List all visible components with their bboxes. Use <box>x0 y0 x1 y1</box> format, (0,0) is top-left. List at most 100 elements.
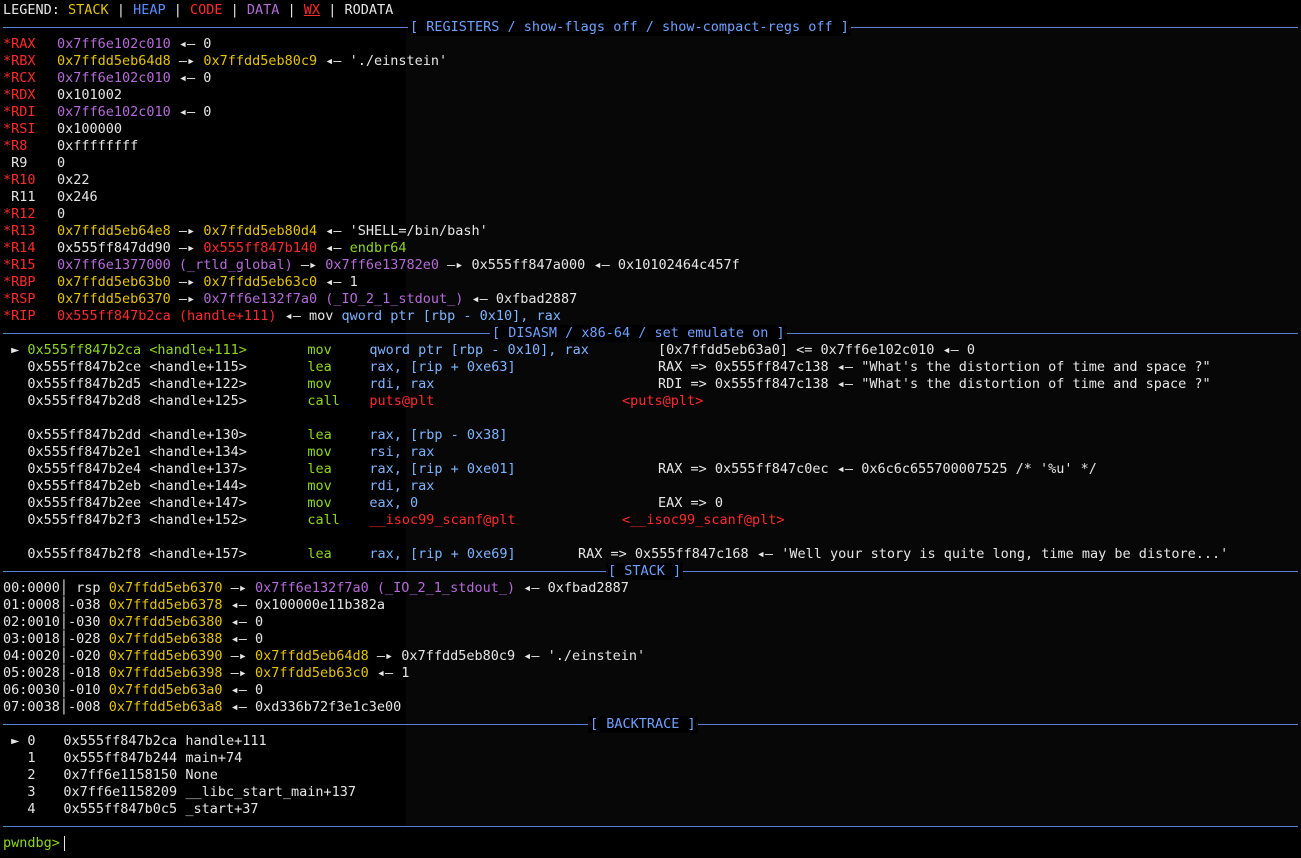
stack-index: 00:0000 <box>3 580 60 596</box>
stack-row: 02:0010│-030 0x7ffdd5eb6380 ◂— 0 <box>3 614 263 631</box>
stack-row: 06:0030│-010 0x7ffdd5eb63a0 ◂— 0 <box>3 682 263 699</box>
stack-offset: rsp <box>68 580 109 596</box>
register-name: *RDX <box>3 87 36 103</box>
frame-number: 0 <box>27 733 36 749</box>
register-row: *R8 0xffffffff <box>3 138 138 155</box>
instruction-address: 0x555ff847b2ee <handle+147> <box>27 495 247 511</box>
text-cursor[interactable] <box>63 835 65 851</box>
register-name: *RCX <box>3 70 36 86</box>
register-deref: 0x7ffdd5eb63c0 <box>203 274 318 290</box>
legend-divider <box>60 2 68 18</box>
register-value: 0x555ff847dd90 <box>57 240 171 256</box>
register-rest: —▸ 0x555ff847a000 ◂— 0x10102464c457f <box>439 257 740 273</box>
legend-item-heap: HEAP <box>133 2 166 18</box>
instruction-operands: rdi, rax <box>369 376 435 392</box>
frame-number: 1 <box>27 750 36 766</box>
disasm-row: 0x555ff847b2eb <handle+144> mov rdi, rax <box>3 478 434 495</box>
stack-row: 01:0008│-038 0x7ffdd5eb6378 ◂— 0x100000e… <box>3 597 385 614</box>
register-value: 0 <box>57 155 66 171</box>
backtrace-row: 3 0x7ff6e1158209 __libc_start_main+137 <box>3 784 356 801</box>
frame-symbol: main+74 <box>185 750 243 766</box>
frame-symbol: __libc_start_main+137 <box>185 784 357 800</box>
frame-number: 3 <box>27 784 36 800</box>
pointer-arrow: —▸ <box>170 240 204 256</box>
register-name: *RSI <box>3 121 36 137</box>
register-value: 0xffffffff <box>57 138 139 154</box>
stack-offset: -018 <box>68 665 109 681</box>
register-row: *RIP 0x555ff847b2ca (handle+111) ◂— mov q… <box>3 308 561 325</box>
instruction-address: 0x555ff847b2d8 <handle+125> <box>27 393 247 409</box>
registers-header: [ REGISTERS / show-flags off / show-comp… <box>3 19 1298 36</box>
stack-offset: -038 <box>68 597 109 613</box>
legend-line: LEGEND: STACK | HEAP | CODE | DATA | WX … <box>3 2 393 19</box>
pointer-arrow: —▸ <box>170 53 204 69</box>
register-row: *RBX 0x7ffdd5eb64d8 —▸ 0x7ffdd5eb80c9 ◂— … <box>3 53 447 70</box>
prompt-line[interactable]: pwndbg> <box>3 835 65 852</box>
marker-space <box>3 750 27 766</box>
pointer-arrow: —▸ <box>222 665 255 681</box>
pointer-arrow: —▸ <box>170 274 204 290</box>
instruction-address: 0x555ff847b2f3 <handle+152> <box>27 512 247 528</box>
register-deref: 0x7ffdd5eb80c9 <box>203 53 318 69</box>
instruction-operands: rax, [rip + 0xe63] <box>369 359 516 375</box>
bottom-rule <box>3 818 1298 835</box>
register-deref: 0x7ff6e13782e0 <box>325 257 440 273</box>
disasm-row: 0x555ff847b2d5 <handle+122> mov rdi, rax RD… <box>3 376 1210 393</box>
stack-divider: │ <box>59 682 69 698</box>
register-name: *RDI <box>3 104 36 120</box>
instruction-address: 0x555ff847b2ce <handle+115> <box>27 359 247 375</box>
register-rest: ◂— 0 <box>170 104 212 120</box>
register-name: *RBX <box>3 53 36 69</box>
marker-space <box>3 376 27 392</box>
register-row: *R10 0x22 <box>3 172 90 189</box>
stack-index: 01:0008 <box>3 597 60 613</box>
instruction-comment: RAX => 0x555ff847c0ec ◂— 0x6c6c655700007… <box>658 461 1097 477</box>
instruction-operands: rax, [rip + 0xe69] <box>369 546 516 562</box>
frame-symbol: None <box>185 767 218 783</box>
stack-address: 0x7ffdd5eb6388 <box>108 631 223 647</box>
pointer-arrow: —▸ <box>170 291 204 307</box>
pointer-arrow: —▸ <box>222 580 255 596</box>
stack-index: 05:0028 <box>3 665 60 681</box>
instruction-opcode: mov <box>307 495 332 511</box>
instruction-operands: rsi, rax <box>369 444 435 460</box>
register-value: 0x100000 <box>57 121 123 137</box>
register-value: 0x555ff847b2ca (handle+111) <box>57 308 277 324</box>
instruction-opcode: lea <box>307 461 332 477</box>
register-value: 0x7ff6e1377000 (_rtld_global) <box>57 257 293 273</box>
disasm-header: [ DISASM / x86-64 / set emulate on ] <box>3 325 1298 342</box>
register-value: 0x7ffdd5eb64e8 <box>57 223 171 239</box>
section-title: [ STACK ] <box>606 563 684 580</box>
legend-divider: | <box>165 2 190 18</box>
stack-address: 0x7ffdd5eb6380 <box>108 614 223 630</box>
register-name: *RIP <box>3 308 36 324</box>
stack-header: [ STACK ] <box>3 563 1298 580</box>
register-rest: ◂— <box>317 240 350 256</box>
disasm-row: 0x555ff847b2f8 <handle+157> lea rax, [rip … <box>3 546 1228 563</box>
instruction-operands: puts@plt <box>369 393 435 409</box>
register-name: *R12 <box>3 206 36 222</box>
register-deref: 0x7ffdd5eb80d4 <box>203 223 318 239</box>
stack-row: 07:0038│-008 0x7ffdd5eb63a8 ◂— 0xd336b72… <box>3 699 401 716</box>
pointer-arrow: —▸ <box>222 648 255 664</box>
instruction-address: 0x555ff847b2d5 <handle+122> <box>27 376 247 392</box>
separator-rule <box>3 826 1298 827</box>
stack-offset: -008 <box>68 699 109 715</box>
stack-index: 06:0030 <box>3 682 60 698</box>
stack-offset: -010 <box>68 682 109 698</box>
background-window-ghost <box>406 26 1301 826</box>
instruction-operands: rdi, rax <box>369 478 435 494</box>
register-name: R11 <box>3 189 36 205</box>
instruction-opcode: call <box>307 512 340 528</box>
pointer-arrow: —▸ <box>292 257 326 273</box>
stack-deref: 0x7ff6e132f7a0 (_IO_2_1_stdout_) <box>255 580 516 596</box>
stack-offset: -028 <box>68 631 109 647</box>
stack-index: 02:0010 <box>3 614 60 630</box>
instruction-comment: EAX => 0 <box>658 495 724 511</box>
register-name: *R15 <box>3 257 36 273</box>
legend-item-code: CODE <box>189 2 223 18</box>
register-tail: qword ptr [rbp - 0x10], rax <box>341 308 561 324</box>
stack-rest: ◂— 0 <box>222 631 264 647</box>
marker-space <box>3 495 27 511</box>
register-rest: ◂— mov <box>276 308 342 324</box>
